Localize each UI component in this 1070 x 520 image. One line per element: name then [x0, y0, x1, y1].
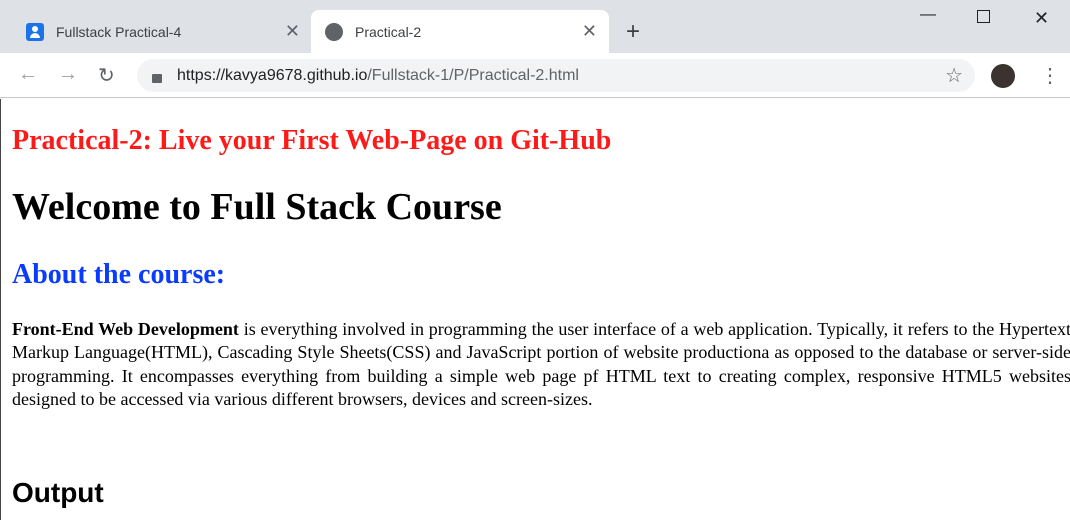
forward-icon[interactable]: → [58, 63, 78, 86]
maximize-button[interactable] [977, 10, 990, 23]
course-description: Front-End Web Development is everything … [12, 318, 1070, 412]
menu-icon[interactable]: ⋮ [1040, 63, 1060, 88]
reload-icon[interactable]: ↻ [98, 63, 115, 88]
page-content: Practical-2: Live your First Web-Page on… [0, 99, 1070, 520]
close-window-button[interactable]: ✕ [1034, 8, 1049, 29]
bookmark-star-icon[interactable]: ☆ [945, 63, 963, 88]
url-path: /Fullstack-1/P/Practical-2.html [367, 66, 579, 84]
tab-practical-2[interactable]: Practical-2 ✕ [311, 10, 609, 53]
close-tab-icon[interactable]: ✕ [582, 21, 597, 42]
tab-strip: Fullstack Practical-4 ✕ Practical-2 ✕ + … [0, 0, 1070, 53]
desc-bold: Front-End Web Development [12, 319, 239, 339]
practical-title: Practical-2: Live your First Web-Page on… [12, 125, 612, 156]
output-heading: Output [12, 477, 104, 508]
url-host: https://kavya9678.github.io [177, 66, 368, 84]
lock-icon [152, 73, 162, 83]
globe-icon [325, 22, 343, 41]
new-tab-button[interactable]: + [626, 18, 640, 46]
tab-title: Practical-2 [355, 23, 422, 40]
close-tab-icon[interactable]: ✕ [285, 21, 300, 42]
tab-title: Fullstack Practical-4 [56, 23, 182, 40]
about-heading: About the course: [12, 259, 226, 290]
contact-icon [26, 22, 44, 41]
back-icon[interactable]: ← [18, 63, 38, 86]
tab-fullstack-practical-4[interactable]: Fullstack Practical-4 ✕ [12, 10, 312, 53]
browser-toolbar: ← → ↻ https://kavya9678.github.io/Fullst… [0, 53, 1070, 98]
minimize-button[interactable]: — [920, 6, 936, 24]
avatar[interactable] [991, 64, 1015, 88]
address-bar[interactable]: https://kavya9678.github.io/Fullstack-1/… [137, 59, 975, 92]
page-title: Welcome to Full Stack Course [12, 186, 502, 228]
